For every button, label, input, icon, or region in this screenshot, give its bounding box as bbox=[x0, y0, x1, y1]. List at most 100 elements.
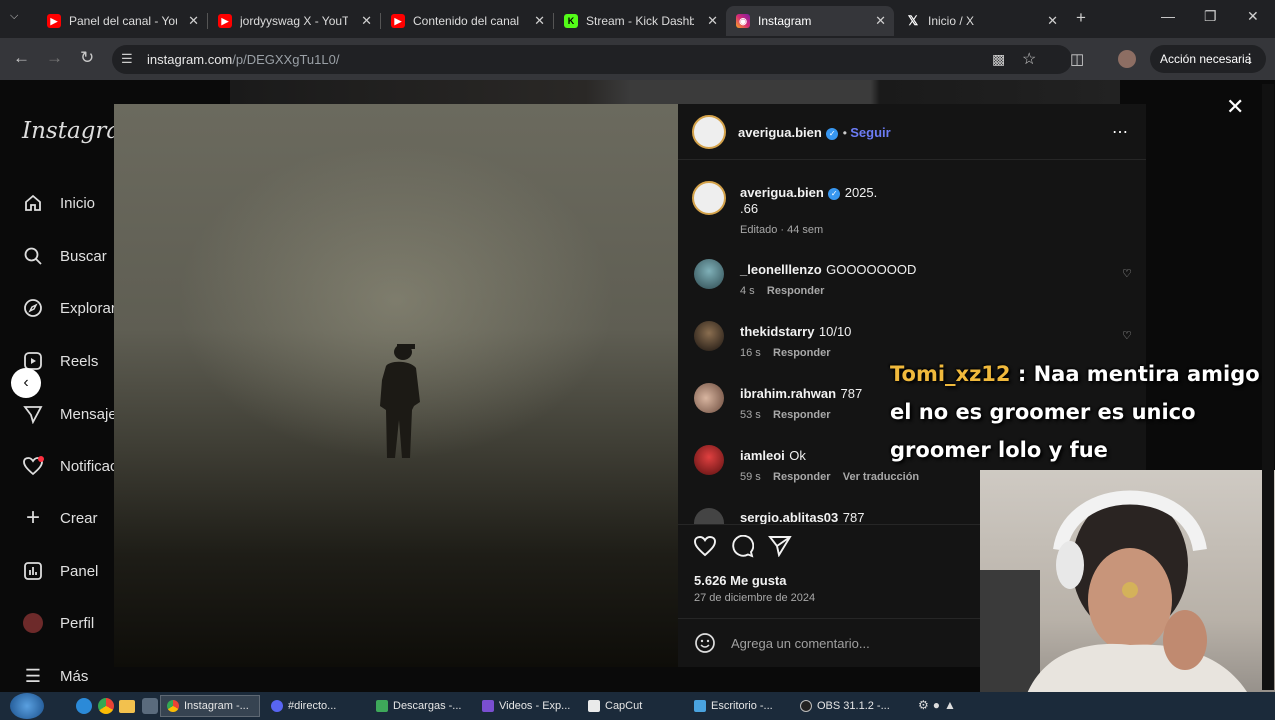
verified-badge-icon: ✓ bbox=[828, 188, 841, 200]
caption-avatar[interactable] bbox=[692, 181, 726, 215]
start-button[interactable] bbox=[10, 693, 44, 719]
sidebar-item-inicio[interactable]: Inicio bbox=[22, 192, 95, 214]
comment-username[interactable]: thekidstarry bbox=[740, 324, 814, 339]
action-needed-button[interactable]: Acción necesaria ⋮ bbox=[1150, 45, 1266, 73]
install-app-icon[interactable]: ▩ bbox=[992, 51, 1005, 68]
comment-time: 4 s bbox=[740, 285, 755, 297]
tray-icons[interactable]: ⚙●▲ bbox=[918, 698, 960, 712]
taskbar-item[interactable]: OBS 31.1.2 -... bbox=[794, 695, 894, 717]
pinned-app-icon[interactable] bbox=[142, 698, 158, 714]
sidebar-item-buscar[interactable]: Buscar bbox=[22, 245, 107, 267]
translate-button[interactable]: Ver traducción bbox=[843, 471, 919, 483]
comment-username[interactable]: sergio.ablitas03 bbox=[740, 510, 838, 524]
close-icon[interactable]: ✕ bbox=[1047, 13, 1058, 29]
taskbar-item-label: Instagram -... bbox=[184, 700, 249, 712]
reply-button[interactable]: Responder bbox=[773, 409, 830, 421]
share-icon[interactable] bbox=[768, 535, 792, 562]
window-close-button[interactable]: ✕ bbox=[1247, 8, 1259, 25]
close-icon[interactable]: ✕ bbox=[188, 13, 199, 29]
emoji-icon[interactable] bbox=[694, 632, 716, 659]
sidebar-item-reels[interactable]: Reels bbox=[22, 350, 98, 372]
close-icon[interactable]: ✕ bbox=[707, 13, 718, 29]
minimize-button[interactable]: — bbox=[1161, 8, 1175, 24]
browser-tab[interactable]: ▶ Panel del canal - YouT ✕ bbox=[37, 6, 207, 36]
reply-button[interactable]: Responder bbox=[773, 471, 830, 483]
taskbar-item[interactable]: Instagram -... bbox=[160, 695, 260, 717]
sidebar-item-perfil[interactable]: Perfil bbox=[22, 612, 94, 634]
close-modal-button[interactable]: ✕ bbox=[1226, 94, 1244, 120]
taskbar-item-label: Videos - Exp... bbox=[499, 700, 571, 712]
comment-username[interactable]: iamleoi bbox=[740, 448, 785, 463]
folder-icon[interactable] bbox=[119, 700, 135, 713]
taskbar-item[interactable]: Descargas -... bbox=[370, 695, 470, 717]
taskbar-item[interactable]: CapCut bbox=[582, 695, 682, 717]
close-icon[interactable]: ✕ bbox=[875, 13, 886, 29]
comment-meta: 59 s Responder Ver traducción bbox=[740, 471, 919, 483]
sidebar-item-label: Inicio bbox=[60, 194, 96, 212]
profile-avatar[interactable] bbox=[1118, 50, 1136, 68]
url-text[interactable]: instagram.com/p/DEGXXgTu1L0/ bbox=[147, 52, 339, 67]
like-icon[interactable] bbox=[693, 535, 717, 562]
reply-button[interactable]: Responder bbox=[773, 347, 830, 359]
restore-button[interactable]: ❐ bbox=[1204, 8, 1217, 25]
sidebar-item-label: Perfil bbox=[60, 614, 95, 632]
author-username[interactable]: averigua.bien bbox=[738, 125, 822, 140]
comment-line: thekidstarry 10/10 bbox=[740, 323, 851, 341]
browser-tab-active[interactable]: ◉ Instagram ✕ bbox=[726, 6, 894, 36]
reload-button[interactable]: ↻ bbox=[80, 48, 94, 68]
likes-count[interactable]: 5.626 Me gusta bbox=[694, 573, 787, 588]
taskbar-item[interactable]: Videos - Exp... bbox=[476, 695, 576, 717]
browser-tab[interactable]: 𝕏 Inicio / X ✕ bbox=[896, 6, 1066, 36]
tab-search-dropdown[interactable]: ⌵ bbox=[10, 10, 18, 23]
comment-time: 59 s bbox=[740, 471, 761, 483]
extensions-icon[interactable]: ◫ bbox=[1070, 50, 1084, 68]
comment-avatar[interactable] bbox=[694, 259, 724, 289]
sidebar-item-panel[interactable]: Panel bbox=[22, 560, 98, 582]
chrome-icon[interactable] bbox=[98, 698, 114, 714]
tab-label: Stream - Kick Dashbo bbox=[586, 14, 694, 28]
sidebar-item-mas[interactable]: ☰ Más bbox=[22, 665, 88, 687]
comment-avatar[interactable] bbox=[694, 321, 724, 351]
taskbar-item-label: OBS 31.1.2 -... bbox=[817, 700, 890, 712]
sidebar-item-label: Buscar bbox=[60, 247, 107, 265]
sidebar-item-mensajes[interactable]: Mensajes bbox=[22, 403, 124, 425]
edge-icon[interactable] bbox=[76, 698, 92, 714]
comment-icon[interactable] bbox=[731, 534, 755, 563]
author-avatar[interactable] bbox=[692, 115, 726, 149]
backdrop-thumbnails bbox=[230, 80, 1120, 104]
close-icon[interactable]: ✕ bbox=[361, 13, 372, 29]
photo-figure-silhouette bbox=[380, 344, 420, 458]
browser-tab[interactable]: K Stream - Kick Dashbo ✕ bbox=[554, 6, 726, 36]
stream-chat-overlay: Tomi_xz12 : Naa mentira amigo el no es g… bbox=[890, 355, 1270, 469]
comment-like-icon[interactable]: ♡ bbox=[1122, 267, 1132, 280]
more-options-icon[interactable]: ⋯ bbox=[1112, 122, 1129, 142]
sidebar-item-explorar[interactable]: Explorar bbox=[22, 297, 116, 319]
comment-input[interactable]: Agrega un comentario... bbox=[731, 636, 870, 651]
comment-username[interactable]: _leonelllenzo bbox=[740, 262, 822, 277]
comment-avatar[interactable] bbox=[694, 383, 724, 413]
new-tab-button[interactable]: + bbox=[1076, 8, 1086, 28]
taskbar-item[interactable]: Escritorio -... bbox=[688, 695, 788, 717]
site-settings-icon[interactable]: ☰ bbox=[121, 51, 133, 67]
page-scrollbar[interactable] bbox=[1262, 84, 1274, 690]
comment-avatar[interactable] bbox=[694, 445, 724, 475]
bookmark-star-icon[interactable]: ☆ bbox=[1022, 49, 1036, 69]
home-icon bbox=[22, 192, 44, 214]
follow-button[interactable]: Seguir bbox=[850, 125, 890, 140]
comment-avatar[interactable] bbox=[694, 508, 724, 524]
previous-post-button[interactable]: ‹ bbox=[11, 368, 41, 398]
kebab-menu-icon[interactable]: ⋮ bbox=[1243, 51, 1256, 67]
browser-tab[interactable]: ▶ jordyyswag X - YouTu ✕ bbox=[208, 6, 380, 36]
close-icon[interactable]: ✕ bbox=[534, 13, 545, 29]
caption-username[interactable]: averigua.bien bbox=[740, 185, 824, 200]
taskbar-item[interactable]: #​directo... bbox=[265, 695, 363, 717]
sidebar-item-crear[interactable]: + Crear bbox=[22, 504, 98, 531]
comment-like-icon[interactable]: ♡ bbox=[1122, 329, 1132, 342]
comment-meta: 16 s Responder bbox=[740, 347, 831, 359]
back-button[interactable]: ← bbox=[13, 48, 30, 68]
browser-tab[interactable]: ▶ Contenido del canal ✕ bbox=[381, 6, 553, 36]
forward-button[interactable]: → bbox=[46, 48, 63, 68]
reply-button[interactable]: Responder bbox=[767, 285, 824, 297]
caption-text: 2025. bbox=[844, 185, 878, 200]
comment-username[interactable]: ibrahim.rahwan bbox=[740, 386, 836, 401]
